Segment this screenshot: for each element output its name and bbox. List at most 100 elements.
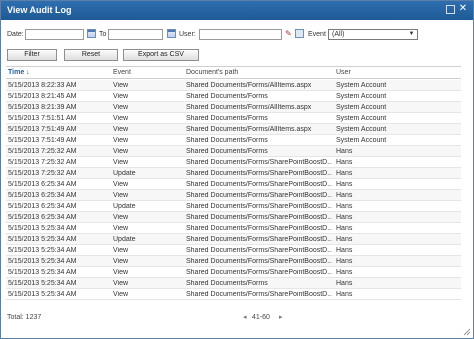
column-header-time[interactable]: Time ↓ bbox=[8, 69, 30, 76]
cell-path: Shared Documents/Forms/SharePointBoostD.… bbox=[186, 192, 332, 199]
title-bar[interactable]: View Audit Log ✕ bbox=[1, 1, 473, 20]
cell-time: 5/15/2013 7:25:32 AM bbox=[8, 148, 77, 155]
cell-user: System Account bbox=[336, 126, 387, 133]
cell-event: View bbox=[113, 159, 129, 166]
user-label: User: bbox=[179, 31, 196, 38]
event-select[interactable]: (All) ▼ bbox=[328, 29, 418, 40]
table-row[interactable]: 5/15/2013 5:25:34 AM Update Shared Documen… bbox=[6, 234, 461, 245]
previous-page-icon[interactable]: ◂ bbox=[243, 313, 251, 321]
cell-user: System Account bbox=[336, 104, 387, 111]
table-row[interactable]: 5/15/2013 7:25:32 AM View Shared Documents… bbox=[6, 146, 461, 157]
table-row[interactable]: 5/15/2013 7:51:49 AM View Shared Documents… bbox=[6, 135, 461, 146]
cell-event: View bbox=[113, 291, 129, 298]
table-row[interactable]: 5/15/2013 7:51:49 AM View Shared Documents… bbox=[6, 124, 461, 135]
table-row[interactable]: 5/15/2013 6:25:34 AM Update Shared Documen… bbox=[6, 201, 461, 212]
cell-user: Hans bbox=[336, 203, 353, 210]
cell-time: 5/15/2013 6:25:34 AM bbox=[8, 192, 77, 199]
cell-path: Shared Documents/Forms bbox=[186, 115, 268, 122]
table-row[interactable]: 5/15/2013 5:25:34 AM View Shared Documents… bbox=[6, 256, 461, 267]
cell-path: Shared Documents/Forms/SharePointBoostD.… bbox=[186, 258, 332, 265]
column-header-user[interactable]: User bbox=[336, 69, 351, 76]
table-header: Time ↓ Event Document's path User bbox=[6, 67, 461, 79]
table-row[interactable]: 5/15/2013 8:21:39 AM View Shared Documents… bbox=[6, 102, 461, 113]
cell-time: 5/15/2013 8:21:39 AM bbox=[8, 104, 77, 111]
table-row[interactable]: 5/15/2013 5:25:34 AM View Shared Documents… bbox=[6, 223, 461, 234]
table-row[interactable]: 5/15/2013 7:25:32 AM View Shared Documents… bbox=[6, 157, 461, 168]
filter-button[interactable]: Filter bbox=[7, 49, 57, 61]
event-select-value: (All) bbox=[332, 31, 345, 38]
reset-button[interactable]: Reset bbox=[64, 49, 118, 61]
audit-log-dialog: View Audit Log ✕ Date: To User: ✎ Event … bbox=[0, 0, 474, 339]
to-label: To bbox=[99, 31, 107, 38]
cell-event: View bbox=[113, 280, 129, 287]
table-row[interactable]: 5/15/2013 8:22:33 AM View Shared Documents… bbox=[6, 80, 461, 91]
people-picker-icon[interactable] bbox=[295, 29, 304, 38]
cell-event: View bbox=[113, 137, 129, 144]
cell-user: System Account bbox=[336, 115, 387, 122]
calendar-icon[interactable] bbox=[167, 29, 176, 38]
cell-path: Shared Documents/Forms/SharePointBoostD.… bbox=[186, 214, 332, 221]
cell-time: 5/15/2013 6:25:34 AM bbox=[8, 203, 77, 210]
resize-grip-icon[interactable] bbox=[463, 328, 471, 336]
cell-time: 5/15/2013 5:25:34 AM bbox=[8, 280, 77, 287]
cell-path: Shared Documents/Forms bbox=[186, 93, 268, 100]
cell-time: 5/15/2013 8:22:33 AM bbox=[8, 82, 77, 89]
event-label: Event bbox=[308, 31, 326, 38]
total-count: Total: 1237 bbox=[7, 314, 42, 321]
export-csv-button[interactable]: Export as CSV bbox=[123, 49, 199, 61]
cell-event: View bbox=[113, 258, 129, 265]
table-row[interactable]: 5/15/2013 5:25:34 AM View Shared Documents… bbox=[6, 278, 461, 289]
check-names-icon[interactable]: ✎ bbox=[285, 29, 294, 39]
cell-path: Shared Documents/Forms/AllItems.aspx bbox=[186, 82, 312, 89]
table-row[interactable]: 5/15/2013 5:25:34 AM View Shared Documents… bbox=[6, 289, 461, 300]
user-input[interactable] bbox=[199, 29, 282, 40]
cell-time: 5/15/2013 5:25:34 AM bbox=[8, 258, 77, 265]
calendar-icon[interactable] bbox=[87, 29, 96, 38]
close-icon[interactable]: ✕ bbox=[457, 3, 469, 15]
cell-user: Hans bbox=[336, 225, 353, 232]
cell-time: 5/15/2013 7:25:32 AM bbox=[8, 159, 77, 166]
dialog-title: View Audit Log bbox=[7, 5, 72, 15]
cell-time: 5/15/2013 5:25:34 AM bbox=[8, 236, 77, 243]
cell-user: Hans bbox=[336, 181, 353, 188]
date-to-input[interactable] bbox=[108, 29, 163, 40]
cell-time: 5/15/2013 7:51:49 AM bbox=[8, 126, 77, 133]
table-row[interactable]: 5/15/2013 6:25:34 AM View Shared Documents… bbox=[6, 179, 461, 190]
date-from-input[interactable] bbox=[25, 29, 84, 40]
table-row[interactable]: 5/15/2013 7:25:32 AM Update Shared Documen… bbox=[6, 168, 461, 179]
table-footer: Total: 1237 ◂ 41-60 ▸ bbox=[7, 312, 469, 324]
cell-time: 5/15/2013 7:51:51 AM bbox=[8, 115, 77, 122]
table-row[interactable]: 5/15/2013 7:51:51 AM View Shared Documents… bbox=[6, 113, 461, 124]
cell-user: Hans bbox=[336, 170, 353, 177]
column-header-path[interactable]: Document's path bbox=[186, 69, 238, 76]
table-row[interactable]: 5/15/2013 6:25:34 AM View Shared Documents… bbox=[6, 212, 461, 223]
filter-bar: Date: To User: ✎ Event (All) ▼ bbox=[7, 29, 469, 41]
cell-path: Shared Documents/Forms/SharePointBoostD.… bbox=[186, 159, 332, 166]
cell-user: System Account bbox=[336, 82, 387, 89]
table-row[interactable]: 5/15/2013 8:21:45 AM View Shared Documents… bbox=[6, 91, 461, 102]
cell-event: View bbox=[113, 225, 129, 232]
cell-user: Hans bbox=[336, 148, 353, 155]
cell-time: 5/15/2013 7:51:49 AM bbox=[8, 137, 77, 144]
next-page-icon[interactable]: ▸ bbox=[279, 313, 287, 321]
chevron-down-icon[interactable]: ▼ bbox=[407, 30, 416, 39]
cell-time: 5/15/2013 8:21:45 AM bbox=[8, 93, 77, 100]
table-row[interactable]: 5/15/2013 5:25:34 AM View Shared Documents… bbox=[6, 245, 461, 256]
cell-time: 5/15/2013 5:25:34 AM bbox=[8, 247, 77, 254]
cell-user: System Account bbox=[336, 93, 387, 100]
table-row[interactable]: 5/15/2013 5:25:34 AM View Shared Documents… bbox=[6, 267, 461, 278]
cell-event: View bbox=[113, 181, 129, 188]
table-row[interactable]: 5/15/2013 6:25:34 AM View Shared Documents… bbox=[6, 190, 461, 201]
cell-event: Update bbox=[113, 236, 136, 243]
cell-time: 5/15/2013 5:25:34 AM bbox=[8, 291, 77, 298]
cell-path: Shared Documents/Forms/SharePointBoostD.… bbox=[186, 291, 332, 298]
audit-log-table: Time ↓ Event Document's path User 5/15/2… bbox=[6, 66, 461, 306]
cell-event: View bbox=[113, 148, 129, 155]
cell-user: System Account bbox=[336, 137, 387, 144]
date-label: Date: bbox=[7, 31, 24, 38]
cell-path: Shared Documents/Forms/AllItems.aspx bbox=[186, 126, 312, 133]
restore-icon[interactable] bbox=[446, 5, 455, 14]
cell-path: Shared Documents/Forms bbox=[186, 280, 268, 287]
cell-path: Shared Documents/Forms/SharePointBoostD.… bbox=[186, 170, 332, 177]
column-header-event[interactable]: Event bbox=[113, 69, 131, 76]
